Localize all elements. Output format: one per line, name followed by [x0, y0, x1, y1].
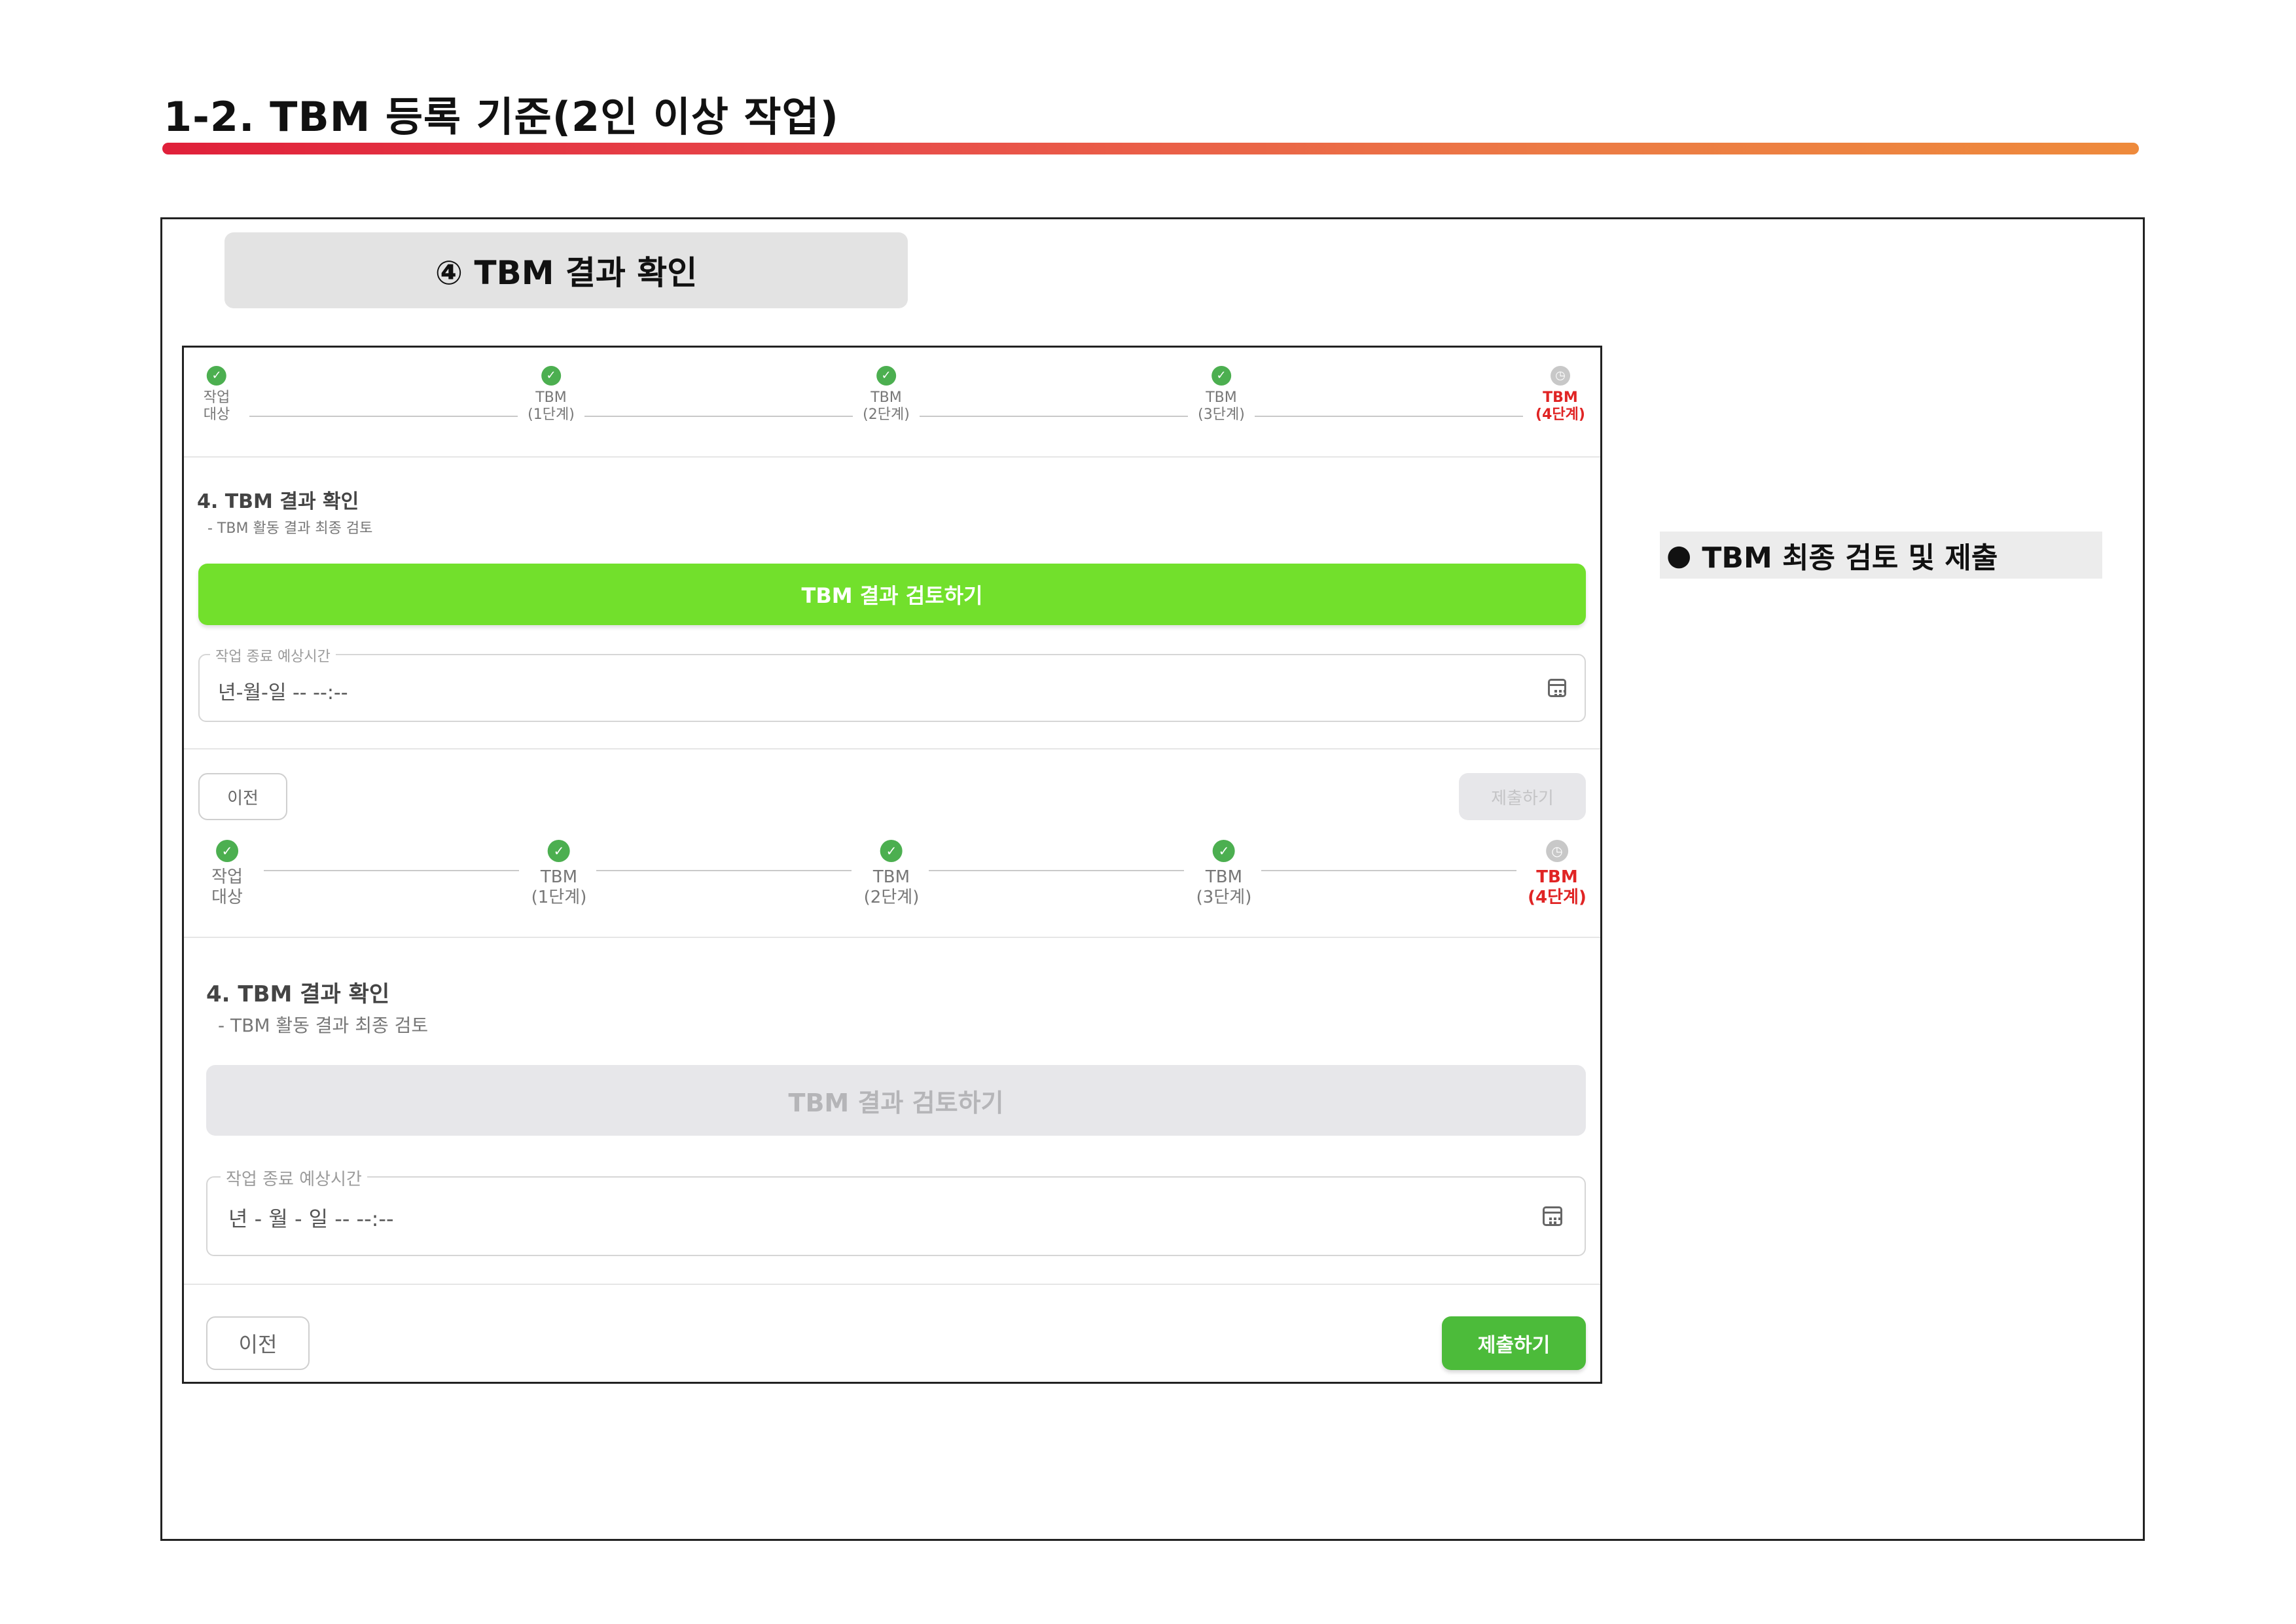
- section-heading: 4. TBM 결과 확인: [197, 490, 359, 513]
- step-tbm-2[interactable]: ✓ TBM (2단계): [863, 840, 920, 908]
- check-icon: ✓: [547, 840, 570, 862]
- step-label-box: ④ TBM 결과 확인: [224, 232, 908, 308]
- progress-stepper: ✓ 작업 대상 ✓ TBM (1단계) ✓ TBM (2단계) ✓ TBM (3…: [184, 840, 1600, 931]
- check-icon: ✓: [206, 366, 226, 386]
- step-tbm-2[interactable]: ✓ TBM (2단계): [863, 366, 910, 424]
- step-tbm-3[interactable]: ✓ TBM (3단계): [1198, 366, 1245, 424]
- step-label: TBM (1단계): [528, 389, 575, 424]
- step-label: 작업 대상: [211, 867, 243, 908]
- review-result-button[interactable]: TBM 결과 검토하기: [198, 564, 1586, 625]
- check-icon: ✓: [541, 366, 561, 386]
- review-result-button-disabled[interactable]: TBM 결과 검토하기: [206, 1065, 1586, 1136]
- step-tbm-4-current[interactable]: ◷ TBM (4단계): [1528, 840, 1587, 908]
- step-label: TBM (2단계): [863, 389, 910, 424]
- section-divider: [184, 456, 1600, 458]
- clock-icon: ◷: [1551, 366, 1570, 386]
- side-note: ● TBM 최종 검토 및 제출: [1660, 532, 2102, 579]
- check-icon: ✓: [1212, 840, 1235, 862]
- check-icon: ✓: [880, 840, 903, 862]
- submit-button-disabled[interactable]: 제출하기: [1459, 773, 1586, 820]
- panel-after-review: ✓ 작업 대상 ✓ TBM (1단계) ✓ TBM (2단계) ✓ TBM (3…: [184, 832, 1600, 1382]
- bullet-icon: ●: [1666, 538, 1692, 572]
- end-time-field[interactable]: 작업 종료 예상시간 년 - 월 - 일 -- --:--: [206, 1166, 1586, 1256]
- action-divider: [184, 1284, 1600, 1285]
- calendar-icon[interactable]: [1543, 1206, 1562, 1226]
- prev-button[interactable]: 이전: [206, 1316, 310, 1370]
- end-time-label: 작업 종료 예상시간: [221, 1166, 367, 1190]
- step-label: TBM (3단계): [1196, 867, 1252, 908]
- check-icon: ✓: [1211, 366, 1231, 386]
- step-connector: [929, 870, 1184, 871]
- title-underline: [162, 143, 2139, 154]
- submit-button[interactable]: 제출하기: [1442, 1316, 1586, 1370]
- clock-icon: ◷: [1545, 840, 1568, 862]
- step-label: TBM (4단계): [1535, 389, 1585, 424]
- step-label: TBM (3단계): [1198, 389, 1245, 424]
- step-connector: [1261, 870, 1516, 871]
- step-label: TBM (4단계): [1528, 867, 1587, 908]
- page-title: 1-2. TBM 등록 기준(2인 이상 작업): [164, 93, 839, 141]
- progress-stepper: ✓ 작업 대상 ✓ TBM (1단계) ✓ TBM (2단계) ✓ TBM (3…: [184, 366, 1600, 458]
- panel-before-review: ✓ 작업 대상 ✓ TBM (1단계) ✓ TBM (2단계) ✓ TBM (3…: [184, 348, 1600, 832]
- step-tbm-1[interactable]: ✓ TBM (1단계): [528, 366, 575, 424]
- side-note-text: TBM 최종 검토 및 제출: [1702, 541, 1998, 575]
- step-label: TBM (2단계): [863, 867, 920, 908]
- step-work-target[interactable]: ✓ 작업 대상: [204, 366, 230, 424]
- step-label: TBM (1단계): [531, 867, 587, 908]
- step-tbm-3[interactable]: ✓ TBM (3단계): [1196, 840, 1252, 908]
- section-subheading: - TBM 활동 결과 최종 검토: [218, 1015, 429, 1036]
- end-time-input[interactable]: 년-월-일 -- --:--: [218, 676, 348, 705]
- end-time-field[interactable]: 작업 종료 예상시간 년-월-일 -- --:--: [198, 645, 1586, 722]
- calendar-icon[interactable]: [1548, 679, 1566, 697]
- step-connector: [1255, 416, 1523, 417]
- section-subheading: - TBM 활동 결과 최종 검토: [207, 520, 373, 537]
- step-connector: [249, 416, 518, 417]
- step-connector: [264, 870, 519, 871]
- check-icon: ✓: [876, 366, 896, 386]
- section-heading: 4. TBM 결과 확인: [206, 981, 390, 1007]
- end-time-label: 작업 종료 예상시간: [210, 645, 336, 666]
- step-connector: [596, 870, 852, 871]
- end-time-input[interactable]: 년 - 월 - 일 -- --:--: [228, 1202, 394, 1233]
- prev-button[interactable]: 이전: [198, 773, 287, 820]
- check-icon: ✓: [216, 840, 238, 862]
- step-tbm-4-current[interactable]: ◷ TBM (4단계): [1535, 366, 1585, 424]
- step-connector: [584, 416, 853, 417]
- step-label: 작업 대상: [203, 389, 230, 424]
- step-work-target[interactable]: ✓ 작업 대상: [211, 840, 243, 908]
- step-connector: [920, 416, 1188, 417]
- step-tbm-1[interactable]: ✓ TBM (1단계): [531, 840, 587, 908]
- section-divider: [184, 937, 1600, 938]
- app-screenshot: ✓ 작업 대상 ✓ TBM (1단계) ✓ TBM (2단계) ✓ TBM (3…: [182, 346, 1602, 1384]
- action-divider: [184, 748, 1600, 749]
